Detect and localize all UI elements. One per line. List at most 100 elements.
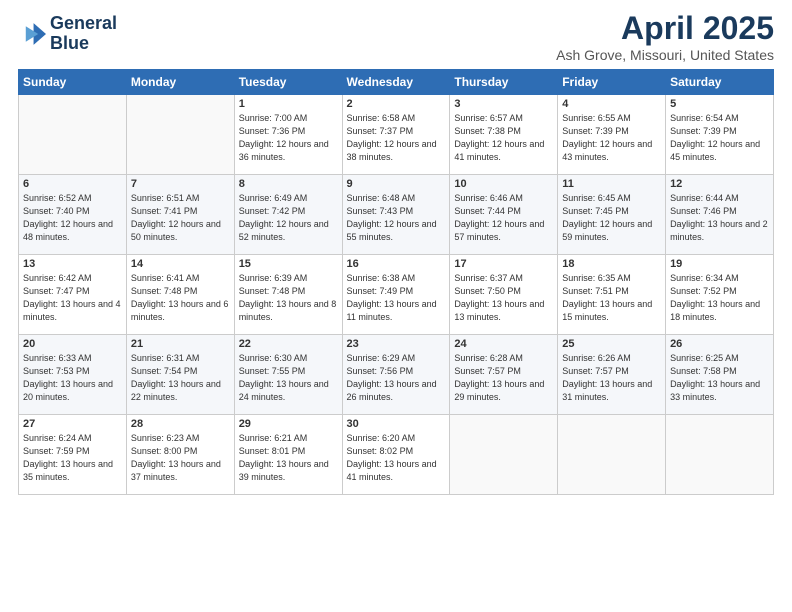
- day-number: 16: [347, 258, 446, 270]
- calendar-header-cell: Saturday: [666, 70, 774, 95]
- logo-text: General Blue: [50, 14, 117, 54]
- day-info: Sunrise: 6:23 AM Sunset: 8:00 PM Dayligh…: [131, 432, 230, 484]
- day-number: 2: [347, 98, 446, 110]
- calendar-cell: [126, 95, 234, 175]
- day-info: Sunrise: 6:20 AM Sunset: 8:02 PM Dayligh…: [347, 432, 446, 484]
- day-info: Sunrise: 6:41 AM Sunset: 7:48 PM Dayligh…: [131, 272, 230, 324]
- calendar-table: SundayMondayTuesdayWednesdayThursdayFrid…: [18, 69, 774, 495]
- day-info: Sunrise: 6:46 AM Sunset: 7:44 PM Dayligh…: [454, 192, 553, 244]
- day-number: 27: [23, 418, 122, 430]
- day-number: 30: [347, 418, 446, 430]
- calendar-cell: 4Sunrise: 6:55 AM Sunset: 7:39 PM Daylig…: [558, 95, 666, 175]
- day-info: Sunrise: 7:00 AM Sunset: 7:36 PM Dayligh…: [239, 112, 338, 164]
- calendar-cell: [666, 415, 774, 495]
- calendar-cell: 3Sunrise: 6:57 AM Sunset: 7:38 PM Daylig…: [450, 95, 558, 175]
- calendar-header-row: SundayMondayTuesdayWednesdayThursdayFrid…: [19, 70, 774, 95]
- calendar-cell: 5Sunrise: 6:54 AM Sunset: 7:39 PM Daylig…: [666, 95, 774, 175]
- calendar-cell: 26 Sunrise: 6:25 AM Sunset: 7:58 PM Dayli…: [666, 335, 774, 415]
- day-number: 6: [23, 178, 122, 190]
- calendar-cell: 14 Sunrise: 6:41 AM Sunset: 7:48 PM Dayli…: [126, 255, 234, 335]
- day-info: Sunrise: 6:52 AM Sunset: 7:40 PM Dayligh…: [23, 192, 122, 244]
- logo-line1: General: [50, 14, 117, 34]
- day-info: Sunrise: 6:54 AM Sunset: 7:39 PM Dayligh…: [670, 112, 769, 164]
- calendar-week-row: 27Sunrise: 6:24 AM Sunset: 7:59 PM Dayli…: [19, 415, 774, 495]
- day-info: Sunrise: 6:21 AM Sunset: 8:01 PM Dayligh…: [239, 432, 338, 484]
- calendar-cell: 8 Sunrise: 6:49 AM Sunset: 7:42 PM Daylig…: [234, 175, 342, 255]
- calendar-cell: 30 Sunrise: 6:20 AM Sunset: 8:02 PM Dayli…: [342, 415, 450, 495]
- day-number: 23: [347, 338, 446, 350]
- day-number: 14: [131, 258, 230, 270]
- calendar-cell: 13 Sunrise: 6:42 AM Sunset: 7:47 PM Dayli…: [19, 255, 127, 335]
- day-info: Sunrise: 6:26 AM Sunset: 7:57 PM Dayligh…: [562, 352, 661, 404]
- day-number: 28: [131, 418, 230, 430]
- day-info: Sunrise: 6:35 AM Sunset: 7:51 PM Dayligh…: [562, 272, 661, 324]
- day-info: Sunrise: 6:45 AM Sunset: 7:45 PM Dayligh…: [562, 192, 661, 244]
- day-number: 9: [347, 178, 446, 190]
- day-info: Sunrise: 6:51 AM Sunset: 7:41 PM Dayligh…: [131, 192, 230, 244]
- calendar-cell: 28 Sunrise: 6:23 AM Sunset: 8:00 PM Dayli…: [126, 415, 234, 495]
- calendar-cell: 21Sunrise: 6:31 AM Sunset: 7:54 PM Dayli…: [126, 335, 234, 415]
- calendar-cell: 24Sunrise: 6:28 AM Sunset: 7:57 PM Dayli…: [450, 335, 558, 415]
- day-number: 29: [239, 418, 338, 430]
- day-info: Sunrise: 6:29 AM Sunset: 7:56 PM Dayligh…: [347, 352, 446, 404]
- calendar-cell: 7 Sunrise: 6:51 AM Sunset: 7:41 PM Daylig…: [126, 175, 234, 255]
- calendar-header-cell: Monday: [126, 70, 234, 95]
- day-info: Sunrise: 6:49 AM Sunset: 7:42 PM Dayligh…: [239, 192, 338, 244]
- day-number: 17: [454, 258, 553, 270]
- day-info: Sunrise: 6:34 AM Sunset: 7:52 PM Dayligh…: [670, 272, 769, 324]
- calendar-cell: 2 Sunrise: 6:58 AM Sunset: 7:37 PM Daylig…: [342, 95, 450, 175]
- calendar-cell: 18 Sunrise: 6:35 AM Sunset: 7:51 PM Dayli…: [558, 255, 666, 335]
- calendar-header-cell: Thursday: [450, 70, 558, 95]
- calendar-cell: 20Sunrise: 6:33 AM Sunset: 7:53 PM Dayli…: [19, 335, 127, 415]
- day-number: 7: [131, 178, 230, 190]
- day-number: 22: [239, 338, 338, 350]
- calendar-week-row: 6 Sunrise: 6:52 AM Sunset: 7:40 PM Daylig…: [19, 175, 774, 255]
- calendar-cell: 22 Sunrise: 6:30 AM Sunset: 7:55 PM Dayli…: [234, 335, 342, 415]
- day-info: Sunrise: 6:48 AM Sunset: 7:43 PM Dayligh…: [347, 192, 446, 244]
- logo-line2: Blue: [50, 34, 117, 54]
- calendar-cell: 16 Sunrise: 6:38 AM Sunset: 7:49 PM Dayli…: [342, 255, 450, 335]
- calendar-cell: 27Sunrise: 6:24 AM Sunset: 7:59 PM Dayli…: [19, 415, 127, 495]
- day-number: 13: [23, 258, 122, 270]
- logo-icon: [18, 20, 46, 48]
- day-number: 15: [239, 258, 338, 270]
- day-number: 8: [239, 178, 338, 190]
- calendar-week-row: 13 Sunrise: 6:42 AM Sunset: 7:47 PM Dayli…: [19, 255, 774, 335]
- calendar-body: 1 Sunrise: 7:00 AM Sunset: 7:36 PM Daylig…: [19, 95, 774, 495]
- calendar-cell: [19, 95, 127, 175]
- calendar-cell: 12 Sunrise: 6:44 AM Sunset: 7:46 PM Dayli…: [666, 175, 774, 255]
- day-info: Sunrise: 6:42 AM Sunset: 7:47 PM Dayligh…: [23, 272, 122, 324]
- calendar-cell: 23 Sunrise: 6:29 AM Sunset: 7:56 PM Dayli…: [342, 335, 450, 415]
- day-info: Sunrise: 6:25 AM Sunset: 7:58 PM Dayligh…: [670, 352, 769, 404]
- calendar-cell: 29 Sunrise: 6:21 AM Sunset: 8:01 PM Dayli…: [234, 415, 342, 495]
- header: General Blue April 2025 Ash Grove, Misso…: [18, 10, 774, 63]
- day-info: Sunrise: 6:30 AM Sunset: 7:55 PM Dayligh…: [239, 352, 338, 404]
- day-info: Sunrise: 6:38 AM Sunset: 7:49 PM Dayligh…: [347, 272, 446, 324]
- day-number: 20: [23, 338, 122, 350]
- day-number: 12: [670, 178, 769, 190]
- calendar-header-cell: Sunday: [19, 70, 127, 95]
- calendar-week-row: 20Sunrise: 6:33 AM Sunset: 7:53 PM Dayli…: [19, 335, 774, 415]
- day-number: 25: [562, 338, 661, 350]
- day-info: Sunrise: 6:44 AM Sunset: 7:46 PM Dayligh…: [670, 192, 769, 244]
- day-info: Sunrise: 6:37 AM Sunset: 7:50 PM Dayligh…: [454, 272, 553, 324]
- day-number: 18: [562, 258, 661, 270]
- day-info: Sunrise: 6:58 AM Sunset: 7:37 PM Dayligh…: [347, 112, 446, 164]
- day-number: 26: [670, 338, 769, 350]
- day-number: 11: [562, 178, 661, 190]
- day-number: 3: [454, 98, 553, 110]
- calendar-week-row: 1 Sunrise: 7:00 AM Sunset: 7:36 PM Daylig…: [19, 95, 774, 175]
- calendar-header-cell: Friday: [558, 70, 666, 95]
- page: General Blue April 2025 Ash Grove, Misso…: [0, 0, 792, 612]
- calendar-cell: 10 Sunrise: 6:46 AM Sunset: 7:44 PM Dayli…: [450, 175, 558, 255]
- calendar-cell: 19Sunrise: 6:34 AM Sunset: 7:52 PM Dayli…: [666, 255, 774, 335]
- calendar-cell: [450, 415, 558, 495]
- day-info: Sunrise: 6:39 AM Sunset: 7:48 PM Dayligh…: [239, 272, 338, 324]
- day-number: 10: [454, 178, 553, 190]
- calendar-cell: 17 Sunrise: 6:37 AM Sunset: 7:50 PM Dayli…: [450, 255, 558, 335]
- day-number: 1: [239, 98, 338, 110]
- calendar-header-cell: Tuesday: [234, 70, 342, 95]
- calendar-cell: [558, 415, 666, 495]
- calendar-cell: 15 Sunrise: 6:39 AM Sunset: 7:48 PM Dayli…: [234, 255, 342, 335]
- main-title: April 2025: [556, 10, 774, 47]
